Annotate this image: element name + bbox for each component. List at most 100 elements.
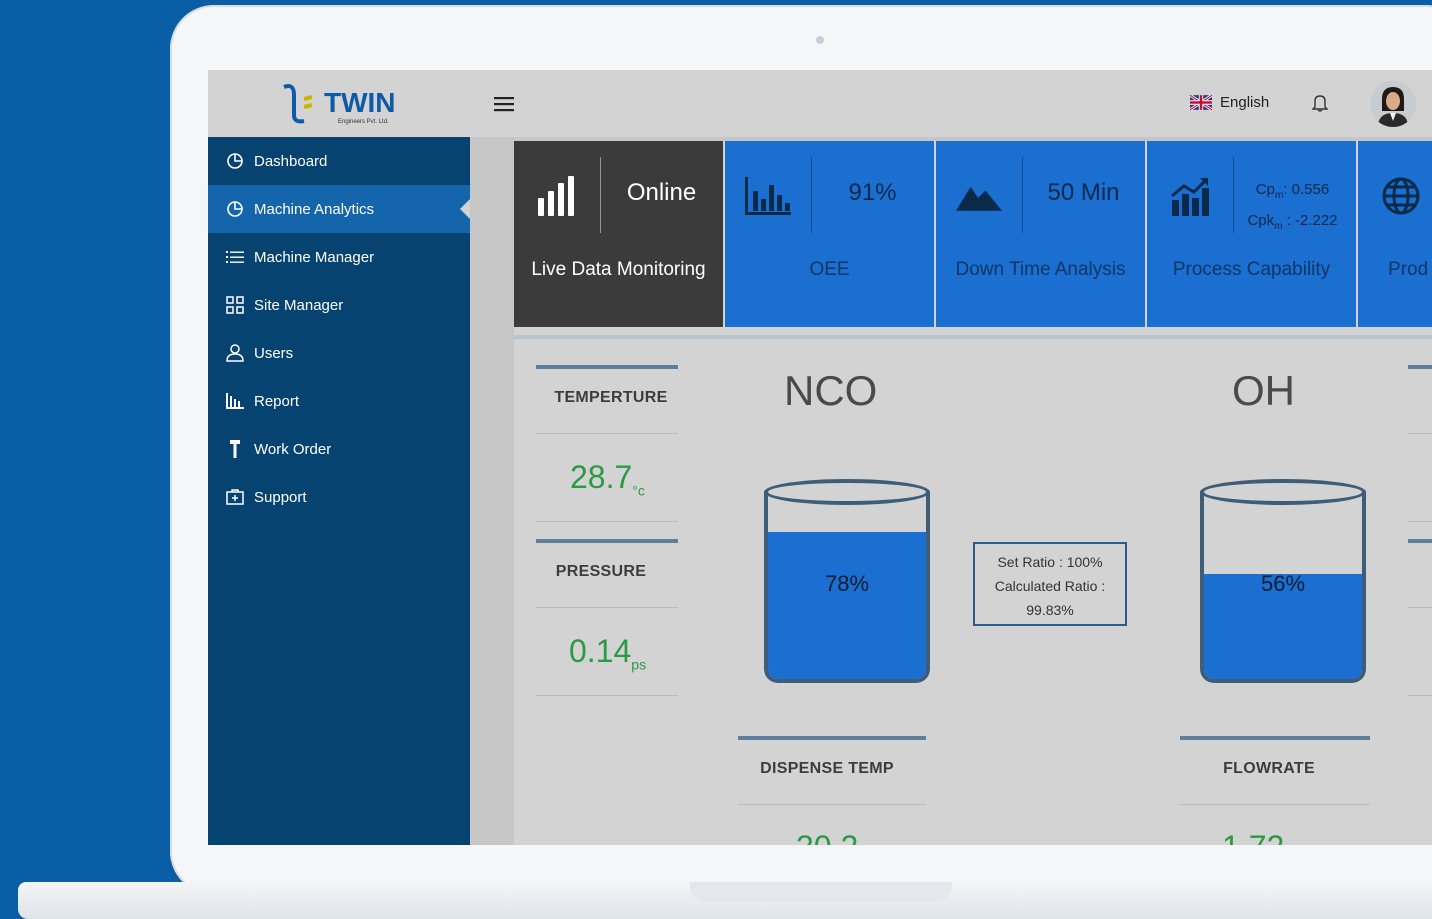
divider (1408, 521, 1432, 522)
support-icon (224, 489, 246, 505)
right-metric-header-bar (1408, 539, 1432, 543)
tile-separator (1233, 157, 1234, 233)
trend-chart-icon (1167, 173, 1213, 219)
divider (1408, 607, 1432, 608)
tile-label: Down Time Analysis (955, 259, 1126, 280)
divider (1180, 804, 1370, 805)
nco-title: NCO (784, 367, 878, 414)
sidebar-item-label: Report (254, 392, 300, 410)
sidebar-item-machine-analytics[interactable]: Machine Analytics (208, 185, 470, 233)
tile-separator (1022, 157, 1023, 233)
pressure-header-bar (536, 539, 678, 543)
bell-icon[interactable] (1311, 94, 1329, 117)
flowrate-title: FLOWRATE (1223, 760, 1315, 777)
sidebar-item-dashboard[interactable]: Dashboard (208, 137, 470, 185)
bar-chart-icon (745, 173, 791, 219)
tank-rim (764, 479, 930, 505)
divider (536, 521, 678, 522)
sidebar-item-users[interactable]: Users (208, 329, 470, 377)
temperature-title: TEMPERTURE (554, 389, 668, 406)
twin-logo-icon: TWIN Engineers Pvt. Ltd. (283, 83, 396, 125)
tile-value: Online (626, 179, 697, 206)
globe-icon (1378, 173, 1424, 219)
sidebar-item-label: Work Order (254, 440, 332, 458)
main-area: Online Live Data Monitoring 91% OEE 50 M… (470, 137, 1432, 845)
dispense-temp-title: DISPENSE TEMP (760, 760, 894, 777)
oh-title: OH (1232, 367, 1295, 414)
sidebar-item-report[interactable]: Report (208, 377, 470, 425)
ratio-box: Set Ratio : 100% Calculated Ratio : 99.8… (973, 542, 1127, 626)
mountain-icon (956, 173, 1002, 219)
app-screen: TWIN Engineers Pvt. Ltd. Dashboard Machi… (208, 70, 1432, 845)
cpk-value: Cpkm : -2.222 (1247, 212, 1338, 232)
svg-text:Engineers Pvt. Ltd.: Engineers Pvt. Ltd. (338, 119, 389, 125)
dispense-temp-header-bar (738, 736, 926, 740)
sidebar-item-label: Machine Manager (254, 248, 375, 266)
sidebar-item-label: Site Manager (254, 296, 344, 314)
divider (1408, 433, 1432, 434)
language-label: English (1220, 94, 1270, 111)
sidebar: Dashboard Machine Analytics Machine Mana… (208, 137, 470, 845)
section-divider (514, 335, 1432, 339)
tool-icon (224, 440, 246, 458)
signal-bars-icon (534, 173, 580, 219)
uk-flag-icon (1190, 95, 1212, 110)
calculated-ratio-label: Calculated Ratio : (994, 578, 1106, 594)
capability-values: Cpm: 0.556 Cpkm : -2.222 (1235, 177, 1350, 239)
tile-value: 91% (848, 179, 897, 206)
bar-chart-icon (224, 393, 246, 409)
set-ratio: Set Ratio : 100% (997, 554, 1103, 570)
tile-label: Process Capability (1172, 259, 1331, 280)
temperature-header-bar (536, 365, 678, 369)
divider (536, 695, 678, 696)
tile-label: Live Data Monitoring (531, 259, 706, 280)
sidebar-item-label: Support (254, 488, 307, 506)
right-metric-header-bar (1408, 365, 1432, 369)
top-bar: English (470, 70, 1432, 138)
tile-production[interactable]: Prod (1358, 141, 1432, 327)
hamburger-icon[interactable] (494, 96, 514, 112)
language-selector[interactable]: English (1190, 94, 1269, 111)
tile-value: 50 Min (1047, 179, 1120, 206)
sidebar-item-work-order[interactable]: Work Order (208, 425, 470, 473)
tile-separator (600, 157, 601, 233)
tile-oee[interactable]: 91% OEE (725, 141, 934, 327)
nco-percent: 78% (824, 571, 870, 596)
laptop-notch (690, 882, 952, 902)
pressure-value: 0.14ps (569, 633, 647, 673)
brand-logo[interactable]: TWIN Engineers Pvt. Ltd. (208, 70, 470, 137)
pie-chart-icon (224, 152, 246, 170)
oh-percent: 56% (1260, 571, 1306, 596)
cpm-value: Cpm: 0.556 (1255, 181, 1330, 201)
avatar[interactable] (1370, 81, 1416, 127)
grid-icon (224, 296, 246, 314)
nco-tank: 78% (764, 479, 930, 687)
list-icon (224, 250, 246, 264)
sidebar-item-label: Users (254, 344, 294, 362)
divider (738, 804, 926, 805)
temperature-value: 28.7°c (570, 459, 645, 499)
divider (536, 433, 678, 434)
tile-label: OEE (809, 259, 850, 280)
tile-label: Prod (1388, 259, 1429, 280)
user-icon (224, 344, 246, 362)
flowrate-value: 1.72 (1222, 829, 1284, 845)
tank-rim (1200, 479, 1366, 505)
dispense-temp-value: 30.2 (796, 829, 858, 845)
svg-text:TWIN: TWIN (324, 87, 396, 118)
tile-process-capability[interactable]: Cpm: 0.556 Cpkm : -2.222 Process Capabil… (1147, 141, 1356, 327)
calculated-ratio-value: 99.83% (1026, 602, 1074, 618)
divider (536, 607, 678, 608)
tile-separator (811, 157, 812, 233)
sidebar-item-site-manager[interactable]: Site Manager (208, 281, 470, 329)
pressure-title: PRESSURE (555, 563, 647, 580)
sidebar-item-support[interactable]: Support (208, 473, 470, 521)
user-avatar-icon (1370, 81, 1416, 127)
sidebar-item-machine-manager[interactable]: Machine Manager (208, 233, 470, 281)
tank-fill-level (768, 532, 926, 679)
divider (1408, 695, 1432, 696)
tile-live-data-monitoring[interactable]: Online Live Data Monitoring (514, 141, 723, 327)
tile-down-time-analysis[interactable]: 50 Min Down Time Analysis (936, 141, 1145, 327)
content-panel: Online Live Data Monitoring 91% OEE 50 M… (514, 141, 1432, 845)
pie-chart-icon (224, 200, 246, 218)
